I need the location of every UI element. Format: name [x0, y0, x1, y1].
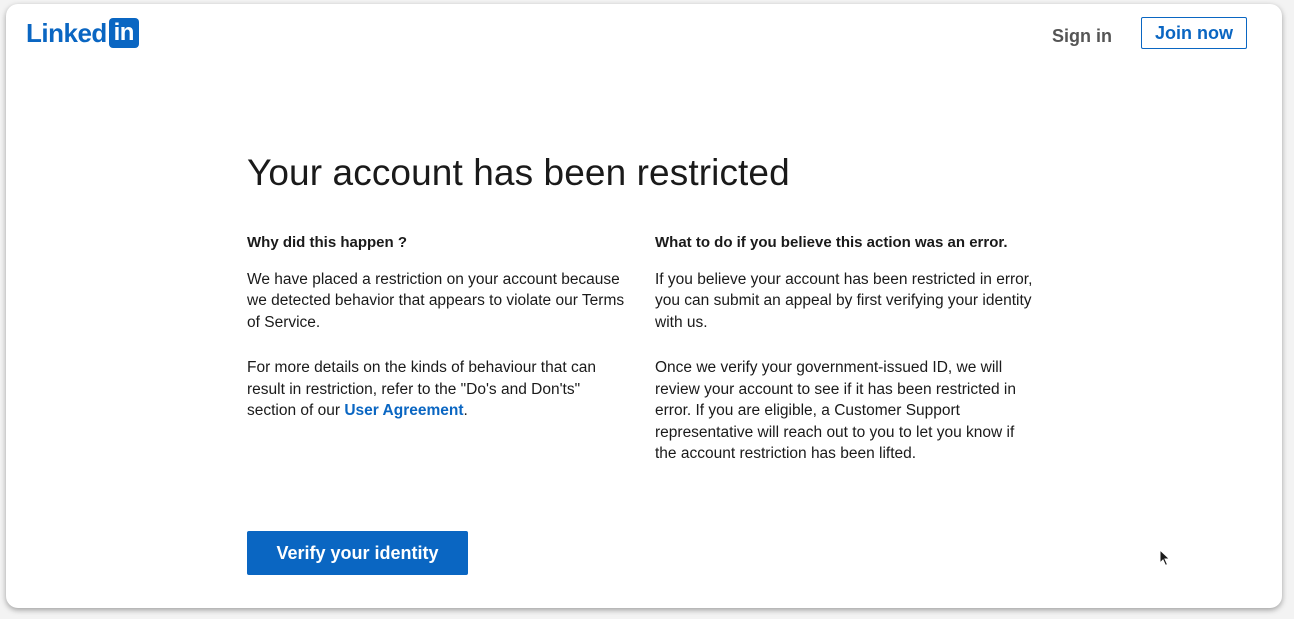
what-to-do-heading: What to do if you believe this action wa… — [655, 234, 1008, 251]
linkedin-logo[interactable]: Linked in — [26, 18, 139, 48]
what-to-do-paragraph-2: Once we verify your government-issued ID… — [655, 359, 1016, 462]
sign-in-link[interactable]: Sign in — [1052, 21, 1112, 51]
page-title: Your account has been restricted — [247, 152, 790, 193]
logo-wordmark: Linked — [26, 18, 107, 48]
what-to-do-paragraph-1: If you believe your account has been res… — [655, 270, 1033, 331]
why-paragraph-2-end: . — [463, 402, 468, 419]
join-now-button[interactable]: Join now — [1141, 17, 1247, 49]
user-agreement-link[interactable]: User Agreement — [344, 402, 463, 419]
what-to-do-section: What to do if you believe this action wa… — [655, 232, 1035, 489]
why-heading: Why did this happen ? — [247, 234, 407, 251]
browser-page: Linked in Sign in Join now Your account … — [6, 4, 1282, 608]
why-paragraph-1: We have placed a restriction on your acc… — [247, 270, 625, 331]
verify-identity-button[interactable]: Verify your identity — [247, 531, 468, 575]
why-section: Why did this happen ? We have placed a r… — [247, 232, 627, 446]
mouse-pointer-icon — [1159, 549, 1171, 567]
why-paragraph-2: For more details on the kinds of behavio… — [247, 357, 627, 422]
logo-in-box: in — [108, 18, 139, 48]
